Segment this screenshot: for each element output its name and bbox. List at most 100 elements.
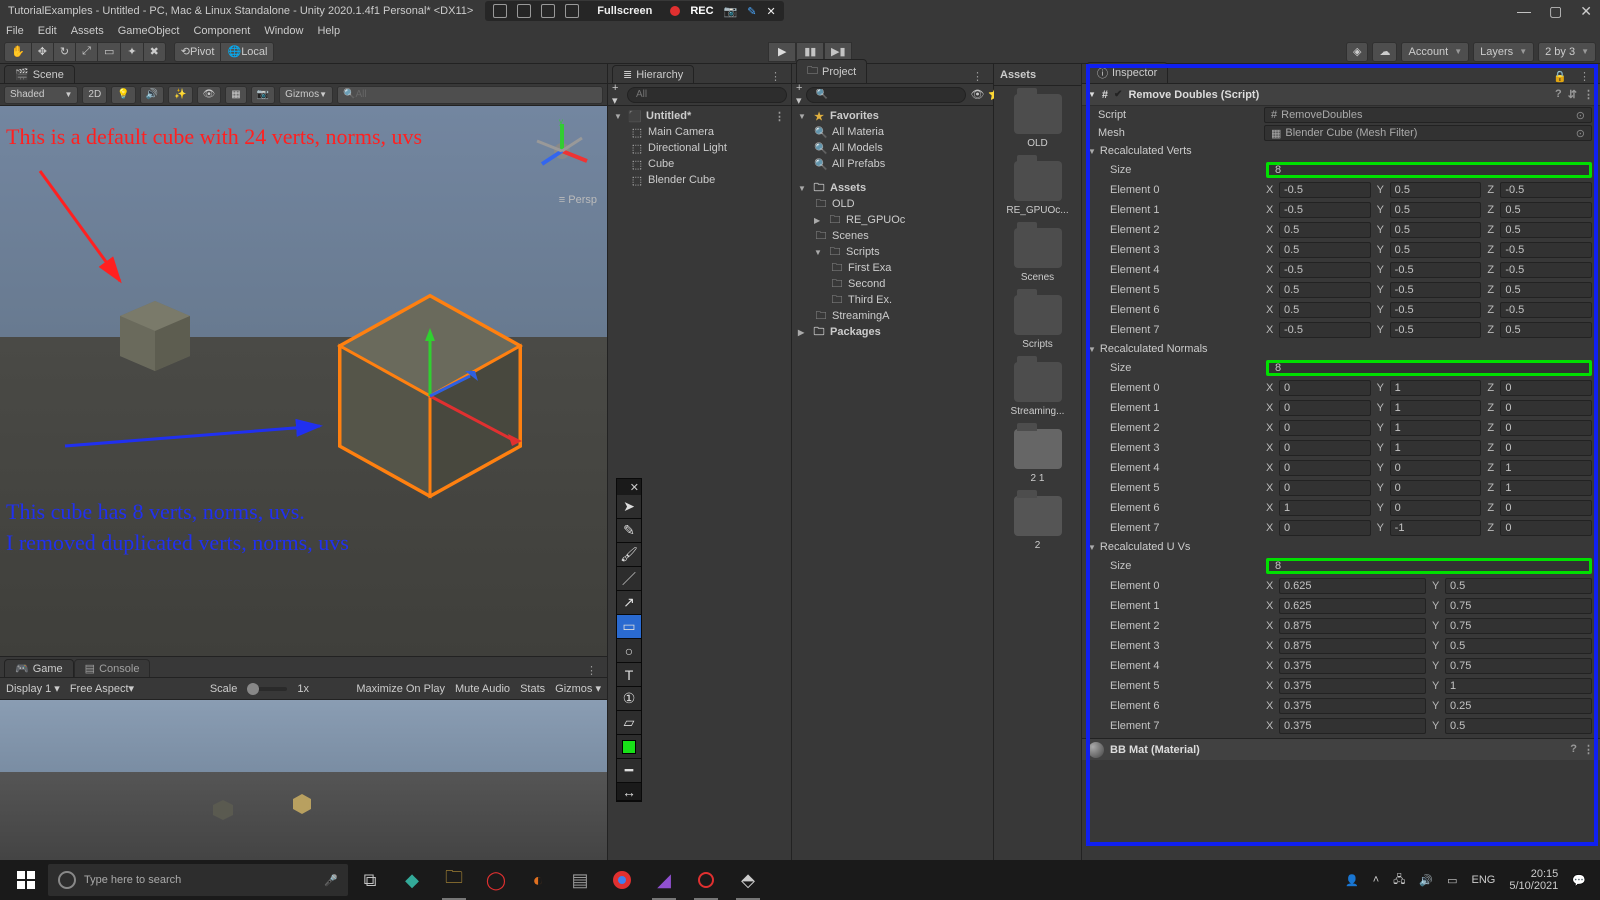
x-field[interactable]: 0.375 (1279, 678, 1426, 694)
filter-icon[interactable]: 👁 (970, 88, 984, 101)
game-gizmos-dropdown[interactable]: Gizmos ▾ (555, 682, 601, 695)
z-field[interactable]: 0 (1500, 500, 1592, 516)
verts-header[interactable]: ▼Recalculated Verts (1082, 142, 1600, 160)
task-view-icon[interactable]: ⧉ (350, 860, 390, 900)
app-icon[interactable]: ◆ (392, 860, 432, 900)
audio-toggle[interactable]: 🔊 (140, 86, 164, 104)
scene-root[interactable]: ▼⬛Untitled*⋮ (608, 108, 791, 124)
y-field[interactable]: 1 (1390, 440, 1482, 456)
camera-icon[interactable]: 📷 (724, 5, 738, 18)
x-field[interactable]: 0 (1279, 380, 1371, 396)
help-icon[interactable]: ? (1570, 743, 1577, 756)
favorites-header[interactable]: ▼★Favorites (792, 108, 993, 124)
y-field[interactable]: 0.5 (1390, 182, 1482, 198)
z-field[interactable]: 0 (1500, 520, 1592, 536)
tray-clock[interactable]: 20:155/10/2021 (1509, 868, 1558, 892)
pivot-toggle[interactable]: ⟲ Pivot (174, 42, 221, 62)
asset-tile[interactable]: OLD (994, 86, 1081, 153)
folder-item[interactable]: 🗀Second (792, 276, 993, 292)
z-field[interactable]: 0.5 (1500, 222, 1592, 238)
y-field[interactable]: 0 (1390, 460, 1482, 476)
x-field[interactable]: 0.375 (1279, 718, 1426, 734)
x-field[interactable]: 0 (1279, 400, 1371, 416)
y-field[interactable]: -0.5 (1390, 302, 1482, 318)
x-field[interactable]: 0 (1279, 460, 1371, 476)
notifications-icon[interactable]: 💬 (1572, 874, 1586, 887)
expand-icon[interactable]: ↔ (617, 783, 641, 801)
array-element-row[interactable]: Element 1X0Y1Z0 (1082, 398, 1600, 418)
rec-text[interactable]: REC (690, 5, 713, 17)
z-field[interactable]: 0 (1500, 400, 1592, 416)
array-element-row[interactable]: Element 5X0Y0Z1 (1082, 478, 1600, 498)
y-field[interactable]: 1 (1390, 400, 1482, 416)
component-header[interactable]: ▼ # ✔ Remove Doubles (Script) ?⇵⋮ (1082, 84, 1600, 106)
explorer-icon[interactable]: 🗀 (434, 860, 474, 900)
array-element-row[interactable]: Element 2X0.875Y0.75 (1082, 616, 1600, 636)
taskbar-search[interactable]: Type here to search🎤 (48, 864, 348, 896)
y-field[interactable]: 0.75 (1445, 658, 1592, 674)
x-field[interactable]: 0 (1279, 520, 1371, 536)
transform-tool[interactable]: ✦ (120, 42, 142, 62)
menu-window[interactable]: Window (264, 25, 303, 37)
material-header[interactable]: BB Mat (Material) ?⋮ (1082, 738, 1600, 760)
orientation-gizmo[interactable]: y (527, 116, 597, 186)
x-field[interactable]: 0.625 (1279, 598, 1426, 614)
maximize-icon[interactable]: ▢ (1549, 3, 1562, 20)
maximize-toggle[interactable]: Maximize On Play (356, 683, 445, 695)
favorite-item[interactable]: 🔍All Materia (792, 124, 993, 140)
y-field[interactable]: 0 (1390, 480, 1482, 496)
x-field[interactable]: 0.5 (1279, 242, 1371, 258)
account-dropdown[interactable]: Account▼ (1401, 42, 1469, 62)
eraser-tool[interactable]: ▱ (617, 711, 641, 735)
z-field[interactable]: 0 (1500, 420, 1592, 436)
mesh-field[interactable]: Mesh ▦Blender Cube (Mesh Filter)⊙ (1082, 124, 1600, 142)
y-field[interactable]: 0.5 (1390, 222, 1482, 238)
array-element-row[interactable]: Element 0X-0.5Y0.5Z-0.5 (1082, 180, 1600, 200)
y-field[interactable]: 0.5 (1445, 718, 1592, 734)
y-field[interactable]: 0.75 (1445, 598, 1592, 614)
tray-chevron-icon[interactable]: ˄ (1373, 874, 1379, 886)
tray-lang[interactable]: ENG (1472, 874, 1496, 886)
asset-tile[interactable]: 2 1 (994, 421, 1081, 488)
array-element-row[interactable]: Element 3X0.5Y0.5Z-0.5 (1082, 240, 1600, 260)
rec-layout-icon-3[interactable] (541, 4, 555, 18)
array-element-row[interactable]: Element 2X0Y1Z0 (1082, 418, 1600, 438)
menu-edit[interactable]: Edit (38, 25, 57, 37)
array-element-row[interactable]: Element 7X0.375Y0.5 (1082, 716, 1600, 736)
array-element-row[interactable]: Element 1X-0.5Y0.5Z0.5 (1082, 200, 1600, 220)
floating-close-icon[interactable]: ✕ (617, 479, 641, 495)
layers-dropdown[interactable]: Layers▼ (1473, 42, 1534, 62)
x-field[interactable]: 0.875 (1279, 638, 1426, 654)
array-element-row[interactable]: Element 1X0.625Y0.75 (1082, 596, 1600, 616)
x-field[interactable]: 0.5 (1279, 302, 1371, 318)
gizmos-dropdown[interactable]: Gizmos ▼ (279, 86, 333, 104)
asset-tile[interactable]: RE_GPUOc... (994, 153, 1081, 220)
rect-tool[interactable]: ▭ (97, 42, 120, 62)
menu-file[interactable]: File (6, 25, 24, 37)
hierarchy-item[interactable]: ⬚Cube (608, 156, 791, 172)
array-element-row[interactable]: Element 7X-0.5Y-0.5Z0.5 (1082, 320, 1600, 340)
scene-tab[interactable]: 🎬Scene (4, 65, 75, 83)
x-field[interactable]: 0.375 (1279, 658, 1426, 674)
asset-tile[interactable]: Scripts (994, 287, 1081, 354)
array-element-row[interactable]: Element 4X0.375Y0.75 (1082, 656, 1600, 676)
cloud-button[interactable]: ☁ (1372, 42, 1397, 62)
stroke-width[interactable]: ━ (617, 759, 641, 783)
overlay-toggle[interactable]: ▦ (225, 86, 246, 104)
panel-menu-icon[interactable]: ⋮ (1573, 70, 1596, 83)
asset-tile[interactable]: 2 (994, 488, 1081, 555)
text-tool[interactable]: T (617, 663, 641, 687)
panel-menu-icon[interactable]: ⋮ (764, 70, 787, 83)
x-field[interactable]: 0.375 (1279, 698, 1426, 714)
packages-folder[interactable]: ▶🗀Packages (792, 324, 993, 340)
object-picker-icon[interactable]: ⊙ (1576, 109, 1585, 122)
y-field[interactable]: 1 (1390, 380, 1482, 396)
draw-mode-dropdown[interactable]: Shaded ▼ (4, 86, 78, 104)
array-element-row[interactable]: Element 4X0Y0Z1 (1082, 458, 1600, 478)
menu-help[interactable]: Help (317, 25, 340, 37)
arrow-tool[interactable]: ↗ (617, 591, 641, 615)
component-menu-icon[interactable]: ⋮ (1583, 88, 1594, 101)
y-field[interactable]: -0.5 (1390, 282, 1482, 298)
array-element-row[interactable]: Element 2X0.5Y0.5Z0.5 (1082, 220, 1600, 240)
y-field[interactable]: 0.5 (1390, 202, 1482, 218)
